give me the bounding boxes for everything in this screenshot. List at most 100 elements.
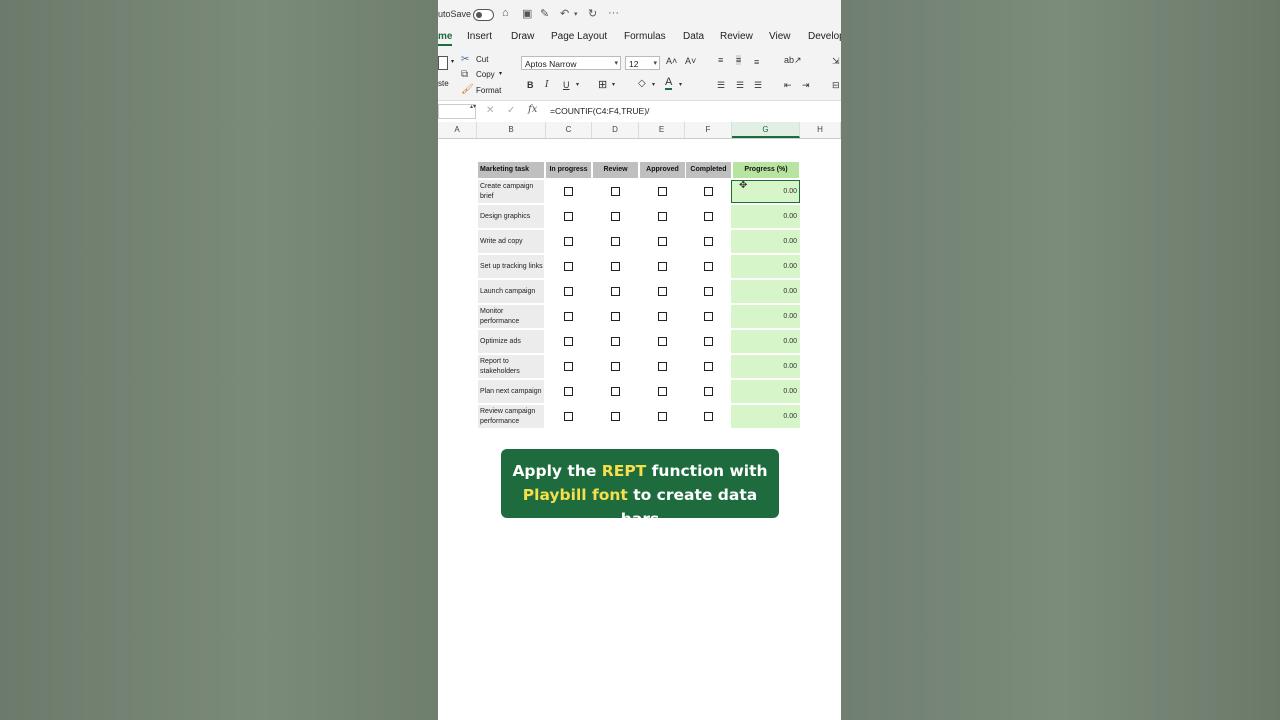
tab-formulas[interactable]: Formulas (624, 31, 666, 42)
column-header-e[interactable]: E (639, 122, 685, 138)
checkbox[interactable] (611, 262, 620, 271)
checkbox[interactable] (611, 362, 620, 371)
checkbox[interactable] (658, 237, 667, 246)
checkbox[interactable] (564, 337, 573, 346)
task-name-cell[interactable]: Review campaign performance (478, 405, 544, 428)
cut-icon[interactable]: ✂ (461, 54, 469, 65)
progress-cell[interactable]: 0.00 (731, 355, 800, 378)
checkbox[interactable] (611, 312, 620, 321)
copy-button[interactable]: Copy (476, 70, 495, 79)
column-header-d[interactable]: D (592, 122, 639, 138)
borders-icon[interactable]: ⊞ (598, 78, 607, 91)
cut-button[interactable]: Cut (476, 55, 488, 64)
progress-cell[interactable]: 0.00 (731, 205, 800, 228)
copy-dropdown-icon[interactable]: ▾ (499, 70, 502, 77)
increase-indent-icon[interactable]: ⇥ (802, 80, 810, 91)
align-left-icon[interactable]: ☰ (717, 80, 725, 91)
header-completed[interactable]: Completed (686, 162, 731, 178)
progress-cell[interactable]: 0.00 (731, 405, 800, 428)
home-icon[interactable]: ⌂ (502, 7, 509, 19)
header-progress[interactable]: Progress (%) (733, 162, 799, 178)
checkbox[interactable] (564, 387, 573, 396)
checkbox[interactable] (704, 362, 713, 371)
format-painter-button[interactable]: Format (476, 86, 501, 95)
checkbox[interactable] (564, 237, 573, 246)
checkbox[interactable] (564, 287, 573, 296)
column-header-f[interactable]: F (685, 122, 732, 138)
task-name-cell[interactable]: Write ad copy (478, 230, 544, 253)
checkbox[interactable] (564, 312, 573, 321)
align-bottom-icon[interactable]: ≡ (754, 57, 759, 67)
tab-insert[interactable]: Insert (467, 31, 492, 42)
font-size-select[interactable]: 12 ▾ (625, 56, 660, 70)
checkbox[interactable] (704, 312, 713, 321)
checkbox[interactable] (611, 212, 620, 221)
column-header-a[interactable]: A (438, 122, 477, 138)
checkbox[interactable] (611, 337, 620, 346)
checkbox[interactable] (704, 337, 713, 346)
task-name-cell[interactable]: Launch campaign (478, 280, 544, 303)
italic-button[interactable]: I (545, 80, 549, 90)
insert-function-icon[interactable]: fx (528, 104, 537, 115)
tab-page-layout[interactable]: Page Layout (551, 31, 607, 42)
fill-dropdown-icon[interactable]: ▾ (652, 81, 655, 88)
borders-dropdown-icon[interactable]: ▾ (612, 81, 615, 88)
paste-icon[interactable] (438, 56, 448, 70)
progress-cell[interactable]: 0.00 (731, 330, 800, 353)
cancel-icon[interactable]: ✕ (486, 105, 494, 116)
checkbox[interactable] (611, 387, 620, 396)
undo-icon[interactable]: ↶ (560, 7, 569, 20)
task-name-cell[interactable]: Create campaign brief (478, 180, 544, 203)
progress-cell[interactable]: 0.00 (731, 230, 800, 253)
paste-label[interactable]: ste (438, 79, 449, 88)
format-painter-icon[interactable]: 🖌 (461, 84, 474, 95)
checkbox[interactable] (611, 287, 620, 296)
tab-view[interactable]: View (769, 31, 791, 42)
checkbox[interactable] (564, 362, 573, 371)
task-name-cell[interactable]: Plan next campaign (478, 380, 544, 403)
task-name-cell[interactable]: Optimize ads (478, 330, 544, 353)
task-name-cell[interactable]: Design graphics (478, 205, 544, 228)
tab-developer[interactable]: Develop (808, 31, 841, 42)
checkbox[interactable] (611, 412, 620, 421)
header-approved[interactable]: Approved (640, 162, 685, 178)
progress-cell[interactable]: 0.00 (731, 255, 800, 278)
align-top-icon[interactable]: ≡ (718, 55, 723, 65)
checkbox[interactable] (564, 412, 573, 421)
checkbox[interactable] (704, 212, 713, 221)
header-marketing-task[interactable]: Marketing task (478, 162, 544, 178)
underline-dropdown-icon[interactable]: ▾ (576, 81, 579, 88)
column-header-b[interactable]: B (477, 122, 546, 138)
save-icon[interactable]: ▣ (522, 7, 532, 20)
progress-cell[interactable]: 0.00 (731, 280, 800, 303)
checkbox[interactable] (658, 262, 667, 271)
checkbox[interactable] (564, 212, 573, 221)
task-name-cell[interactable]: Set up tracking links (478, 255, 544, 278)
decrease-font-icon[interactable]: A˅ (685, 56, 696, 66)
undo-dropdown-icon[interactable]: ▾ (574, 10, 578, 18)
checkbox[interactable] (564, 187, 573, 196)
bold-button[interactable]: B (527, 80, 534, 90)
column-header-h[interactable]: H (800, 122, 841, 138)
progress-cell[interactable]: 0.00 (731, 380, 800, 403)
redo-icon[interactable]: ↻ (588, 7, 597, 20)
merge-icon[interactable]: ⊟ (832, 80, 840, 91)
checkbox[interactable] (658, 337, 667, 346)
tab-draw[interactable]: Draw (511, 31, 534, 42)
checkbox[interactable] (658, 412, 667, 421)
tab-review[interactable]: Review (720, 31, 753, 42)
copy-icon[interactable]: ⧉ (461, 69, 468, 80)
autosave-toggle[interactable] (473, 9, 494, 21)
header-in-progress[interactable]: In progress (546, 162, 591, 178)
checkbox[interactable] (658, 362, 667, 371)
checkbox[interactable] (704, 287, 713, 296)
name-box-dropdown-icon[interactable]: ▴▾ (470, 103, 476, 110)
checkbox[interactable] (658, 387, 667, 396)
tab-data[interactable]: Data (683, 31, 704, 42)
checkbox[interactable] (658, 212, 667, 221)
checkbox[interactable] (658, 287, 667, 296)
column-header-c[interactable]: C (546, 122, 592, 138)
edit-icon[interactable]: ✎ (540, 7, 549, 20)
orientation-icon[interactable]: ab↗ (784, 55, 802, 66)
underline-button[interactable]: U (563, 80, 570, 90)
